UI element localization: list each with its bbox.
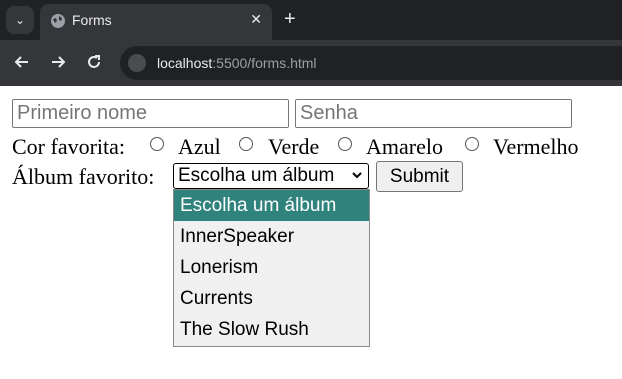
tab-title: Forms xyxy=(72,12,112,28)
reload-button[interactable] xyxy=(84,52,104,72)
radio-label-amarelo: Amarelo xyxy=(366,134,443,159)
tab-search-button[interactable]: ⌄ xyxy=(6,6,34,34)
album-select-value: Escolha um álbum xyxy=(178,165,335,186)
submit-button[interactable]: Submit xyxy=(376,161,463,192)
new-tab-button[interactable]: + xyxy=(284,8,296,30)
arrow-left-icon xyxy=(14,56,28,68)
page-content: Primeiro nome Senha Cor favorita: Azul V… xyxy=(0,86,622,379)
url-text: localhost:5500/forms.html xyxy=(157,55,317,71)
radio-label-verde: Verde xyxy=(268,134,320,159)
address-bar[interactable]: localhost:5500/forms.html xyxy=(120,46,622,80)
album-option[interactable]: InnerSpeaker xyxy=(174,221,369,252)
close-icon[interactable]: ✕ xyxy=(250,11,262,28)
radio-vermelho[interactable] xyxy=(465,137,479,151)
album-option[interactable]: Escolha um álbum xyxy=(174,190,369,221)
radio-label-azul: Azul xyxy=(178,134,221,159)
chevron-down-icon xyxy=(352,172,362,179)
album-option[interactable]: Lonerism xyxy=(174,252,369,283)
password-input[interactable]: Senha xyxy=(295,99,572,128)
chevron-down-icon: ⌄ xyxy=(14,13,26,27)
album-dropdown-list: Escolha um álbum InnerSpeaker Lonerism C… xyxy=(173,189,370,347)
album-select[interactable]: Escolha um álbum xyxy=(173,163,369,189)
tab-bar: ⌄ Forms ✕ + xyxy=(0,0,622,40)
reload-icon xyxy=(88,55,100,68)
album-label: Álbum favorito: xyxy=(12,164,155,189)
radio-azul[interactable] xyxy=(150,137,164,151)
album-option[interactable]: The Slow Rush xyxy=(174,314,369,345)
back-button[interactable] xyxy=(12,52,32,72)
radio-amarelo[interactable] xyxy=(338,137,352,151)
album-option[interactable]: Currents xyxy=(174,283,369,314)
radio-verde[interactable] xyxy=(239,137,253,151)
globe-icon xyxy=(51,14,65,28)
radio-label-vermelho: Vermelho xyxy=(493,134,579,159)
forward-button[interactable] xyxy=(48,52,68,72)
first-name-input[interactable]: Primeiro nome xyxy=(12,99,289,128)
arrow-right-icon xyxy=(52,56,66,68)
tab-forms[interactable]: Forms ✕ xyxy=(40,4,272,40)
color-label: Cor favorita: xyxy=(12,134,126,159)
site-info-icon[interactable] xyxy=(128,54,146,72)
browser-toolbar: localhost:5500/forms.html xyxy=(0,40,622,86)
